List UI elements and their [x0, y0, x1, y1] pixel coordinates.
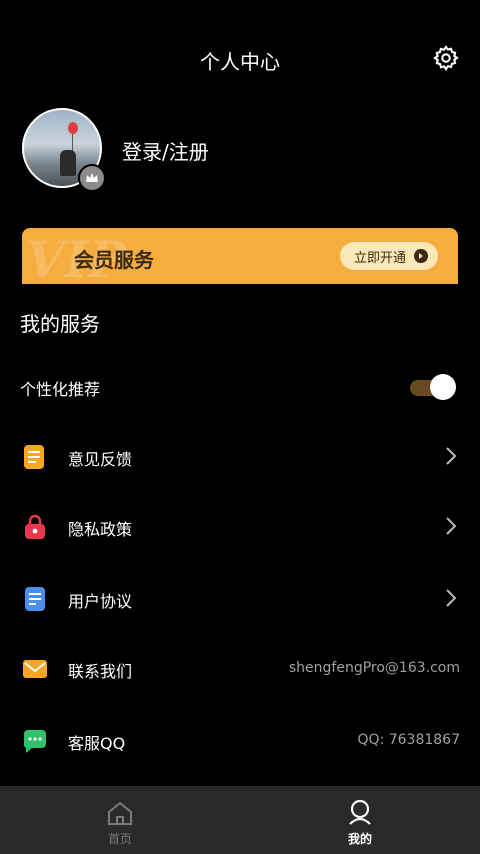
list-item-contact[interactable]: 联系我们 shengfengPro@163.com	[0, 644, 480, 694]
chevron-right-icon	[446, 517, 457, 535]
vip-title: 会员服务	[74, 248, 154, 272]
lock-icon	[25, 514, 45, 539]
list-item-label: 客服QQ	[68, 734, 126, 753]
tab-home-label: 首页	[107, 832, 132, 846]
page-title: 个人中心	[200, 50, 280, 74]
document-icon	[25, 587, 45, 611]
list-item-feedback[interactable]: 意见反馈	[0, 432, 480, 482]
arrow-right-icon	[414, 249, 428, 263]
vip-banner[interactable]: VIP 会员服务 立即开通	[22, 228, 458, 284]
crown-icon	[78, 164, 106, 192]
list-item-label: 联系我们	[68, 662, 133, 681]
login-register-link[interactable]: 登录/注册	[122, 136, 209, 165]
tab-home[interactable]: 首页	[80, 794, 160, 850]
personalized-recommend-label: 个性化推荐	[20, 380, 101, 399]
gear-icon[interactable]	[432, 44, 460, 72]
qq-number: QQ: 76381867	[357, 732, 460, 748]
bottom-tab-bar: 首页 我的	[0, 786, 480, 854]
chat-icon	[23, 730, 46, 753]
home-icon	[108, 801, 132, 825]
feedback-icon	[24, 445, 44, 469]
list-item-user-agreement[interactable]: 用户协议	[0, 574, 480, 624]
chevron-right-icon	[446, 589, 457, 607]
personalized-recommend-toggle[interactable]	[410, 374, 456, 400]
contact-email: shengfengPro@163.com	[288, 660, 460, 676]
list-item-label: 用户协议	[68, 592, 133, 611]
personalized-recommend-row: 个性化推荐	[0, 362, 480, 412]
chevron-right-icon	[446, 447, 457, 465]
list-item-label: 隐私政策	[68, 520, 133, 539]
mail-icon	[23, 660, 47, 678]
profile-section: 登录/注册	[22, 108, 462, 192]
tab-mine-label: 我的	[347, 832, 372, 846]
activate-vip-label: 立即开通	[353, 250, 406, 266]
section-title: 我的服务	[20, 312, 100, 336]
list-item-label: 意见反馈	[68, 450, 133, 469]
user-icon	[349, 799, 371, 825]
tab-mine[interactable]: 我的	[320, 794, 400, 850]
list-item-customer-qq[interactable]: 客服QQ QQ: 76381867	[0, 716, 480, 766]
header: 个人中心	[0, 0, 480, 120]
activate-vip-button[interactable]: 立即开通	[339, 242, 438, 270]
list-item-privacy[interactable]: 隐私政策	[0, 502, 480, 552]
